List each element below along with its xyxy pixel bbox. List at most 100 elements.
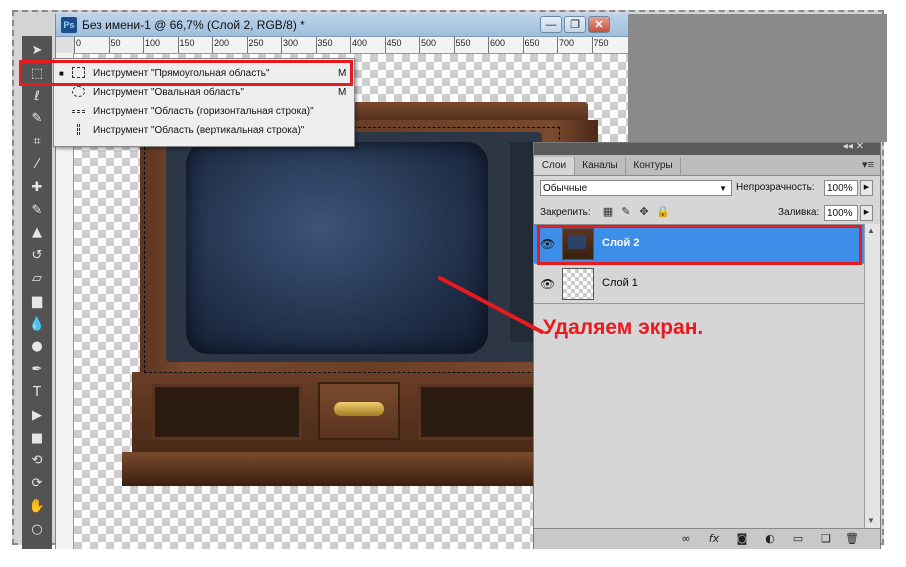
lock-all-icon[interactable]: 🔒 [656, 206, 670, 218]
layers-panel: ◂◂ ✕ Слои Каналы Контуры ▾≡ Обычные ▼ Не… [533, 141, 881, 549]
ruler-tick [74, 37, 75, 53]
scroll-down-icon[interactable]: ▼ [867, 516, 875, 525]
trash-icon[interactable]: 🗑 [844, 531, 860, 547]
ruler-label: 50 [110, 38, 121, 48]
ruler-tick [350, 37, 351, 53]
brush-tool-icon[interactable]: ✎ [26, 200, 48, 222]
ruler-tick [419, 37, 420, 53]
close-button[interactable]: ✕ [588, 16, 610, 33]
gradient-tool-icon[interactable]: ▆ [26, 291, 48, 313]
ellipse-marquee-icon [72, 86, 85, 97]
blend-mode-value: Обычные [543, 183, 588, 194]
lock-position-icon[interactable]: ✥ [638, 206, 650, 218]
ruler-tick [488, 37, 489, 53]
layers-scrollbar[interactable]: ▲ ▼ [864, 224, 880, 529]
quick-selection-tool-icon[interactable]: ✎ [26, 108, 48, 130]
eraser-tool-icon[interactable]: ▱ [26, 268, 48, 290]
fill-arrow-icon[interactable]: ▶ [860, 205, 873, 221]
ruler-tick [591, 37, 593, 53]
layers-bottom-bar: ∞ fx ◙ ◐ ▭ ❏ 🗑 [534, 528, 880, 549]
restore-button[interactable]: ❐ [564, 16, 586, 33]
ruler-tick [108, 37, 110, 53]
ruler-label: 600 [490, 38, 506, 48]
ruler-tick [522, 37, 524, 53]
fx-icon[interactable]: fx [706, 531, 722, 547]
opacity-field[interactable]: 100% [824, 180, 858, 196]
lasso-tool-icon[interactable]: ℓ [26, 86, 48, 108]
ruler-label: 250 [248, 38, 264, 48]
adjustment-icon[interactable]: ◐ [762, 531, 778, 547]
type-tool-icon[interactable]: T [26, 382, 48, 404]
panel-tabs: Слои Каналы Контуры ▾≡ [534, 155, 880, 176]
shape-tool-icon[interactable]: ■ [26, 428, 48, 450]
blur-tool-icon[interactable]: 💧 [26, 314, 48, 336]
ruler-label: 150 [179, 38, 195, 48]
zoom-tool-icon[interactable]: ○ [26, 519, 48, 541]
history-brush-tool-icon[interactable]: ↺ [26, 245, 48, 267]
ruler-tick [281, 37, 282, 53]
mask-icon[interactable]: ◙ [734, 531, 750, 547]
crop-tool-icon[interactable]: ⌗ [26, 131, 48, 153]
tab-channels[interactable]: Каналы [575, 157, 626, 175]
clone-stamp-tool-icon[interactable]: ▲ [26, 222, 48, 244]
layer-row-1[interactable]: 👁 Слой 1 [534, 265, 864, 304]
minimize-button[interactable]: — [540, 16, 562, 33]
ruler-label: 350 [317, 38, 333, 48]
lock-label: Закрепить: [540, 207, 591, 218]
healing-brush-tool-icon[interactable]: ✚ [26, 177, 48, 199]
scroll-up-icon[interactable]: ▲ [867, 226, 875, 235]
ruler-label: 200 [214, 38, 230, 48]
3d-rotate-tool-icon[interactable]: ⟲ [26, 450, 48, 472]
ruler-tick [315, 37, 317, 53]
panel-menu-icon[interactable]: ▾≡ [862, 158, 874, 171]
eyedropper-tool-icon[interactable]: ⁄ [26, 154, 48, 176]
tv-left-panel [152, 384, 302, 440]
annotation-arrow [438, 276, 544, 334]
ruler-corner[interactable] [56, 37, 75, 54]
panel-header[interactable]: ◂◂ ✕ [534, 141, 880, 155]
ruler-label: 650 [524, 38, 540, 48]
document-titlebar[interactable]: Ps Без имени-1 @ 66,7% (Слой 2, RGB/8) *… [56, 14, 628, 37]
ruler-label: 700 [559, 38, 575, 48]
tools-panel: ➤ ⬚ ℓ ✎ ⌗ ⁄ ✚ ✎ ▲ ↺ ▱ ▆ 💧 ● ✒ T ▶ ■ ⟲ ⟳ ✋ ○ [22, 36, 52, 549]
flyout-item-label: Инструмент "Область (горизонтальная стро… [93, 106, 314, 117]
link-icon[interactable]: ∞ [678, 531, 694, 547]
tab-paths[interactable]: Контуры [626, 157, 681, 175]
flyout-item[interactable]: Инструмент "Область (вертикальная строка… [54, 121, 354, 140]
ruler-tick [177, 37, 179, 53]
hand-tool-icon[interactable]: ✋ [26, 496, 48, 518]
layer-thumbnail [562, 268, 594, 300]
lock-transparency-icon[interactable]: ▦ [602, 206, 614, 218]
document-title: Без имени-1 @ 66,7% (Слой 2, RGB/8) * [82, 18, 305, 32]
dodge-tool-icon[interactable]: ● [26, 336, 48, 358]
opacity-label: Непрозрачность: [736, 182, 815, 193]
group-folder-icon[interactable]: ▭ [790, 531, 806, 547]
collapse-icon[interactable]: ◂◂ ✕ [843, 141, 864, 152]
ruler-label: 450 [386, 38, 402, 48]
layer-name: Слой 1 [602, 277, 638, 289]
move-tool-icon[interactable]: ➤ [26, 40, 48, 62]
ruler-label: 100 [145, 38, 161, 48]
ruler-label: 0 [76, 38, 82, 48]
ruler-label: 300 [283, 38, 299, 48]
tv-drawer-handle [334, 402, 384, 416]
photoshop-logo-icon: Ps [61, 17, 77, 33]
ruler-tick [143, 37, 144, 53]
flyout-item-label: Инструмент "Область (вертикальная строка… [93, 125, 305, 136]
ruler-tick [384, 37, 386, 53]
3d-orbit-tool-icon[interactable]: ⟳ [26, 473, 48, 495]
opacity-arrow-icon[interactable]: ▶ [860, 180, 873, 196]
layers-list: 👁 Слой 2 👁 Слой 1 [534, 224, 864, 525]
horizontal-ruler[interactable]: 0 50 100 150 200 250 300 350 400 450 500 550 600 650 7… [74, 37, 628, 54]
new-layer-icon[interactable]: ❏ [818, 531, 834, 547]
pen-tool-icon[interactable]: ✒ [26, 359, 48, 381]
tab-layers[interactable]: Слои [534, 157, 575, 175]
path-selection-tool-icon[interactable]: ▶ [26, 405, 48, 427]
fill-field[interactable]: 100% [824, 205, 858, 221]
ruler-tick [453, 37, 455, 53]
flyout-item[interactable]: Инструмент "Область (горизонтальная стро… [54, 102, 354, 121]
highlight-layer-2 [537, 225, 862, 265]
lock-image-icon[interactable]: ✎ [620, 206, 632, 218]
annotation-text: Удаляем экран. [543, 316, 704, 339]
blend-mode-select[interactable]: Обычные ▼ [540, 180, 732, 196]
